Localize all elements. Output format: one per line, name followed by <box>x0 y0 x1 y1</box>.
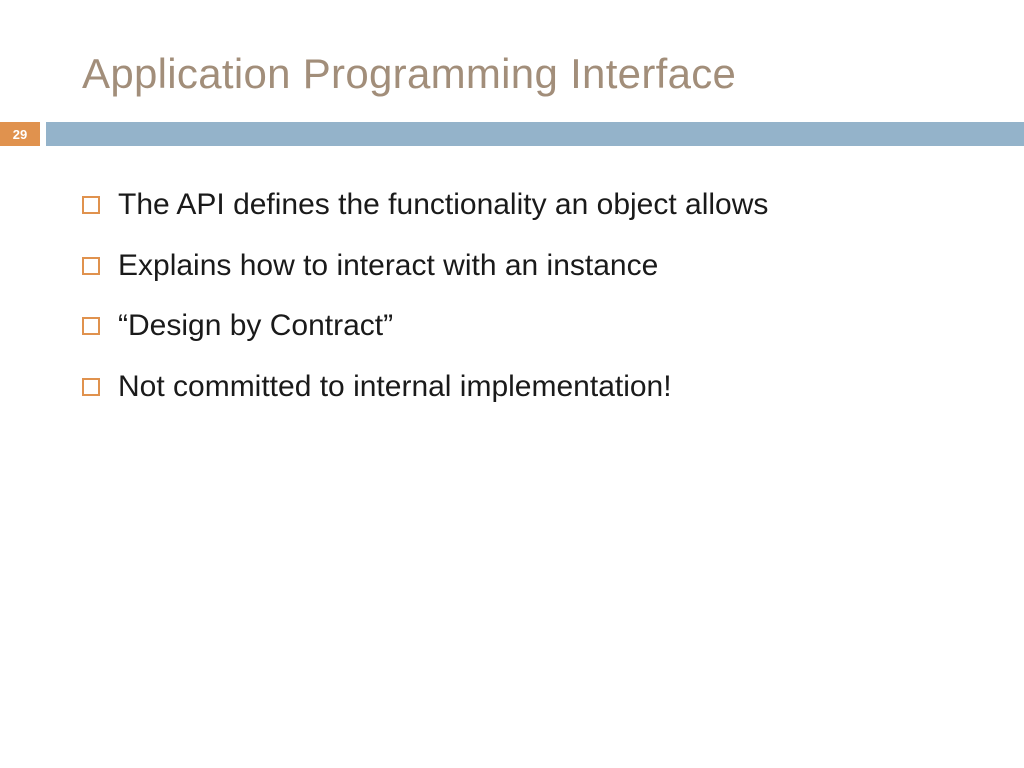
slide-title: Application Programming Interface <box>0 50 1024 98</box>
bullet-item: “Design by Contract” <box>82 303 934 350</box>
page-number-badge: 29 <box>0 122 40 146</box>
bullet-list: The API defines the functionality an obj… <box>82 182 934 410</box>
bullet-item: Explains how to interact with an instanc… <box>82 243 934 290</box>
bullet-item: Not committed to internal implementation… <box>82 364 934 411</box>
bullet-item: The API defines the functionality an obj… <box>82 182 934 229</box>
header-bar: 29 <box>0 122 1024 146</box>
slide-content: The API defines the functionality an obj… <box>0 146 1024 410</box>
slide: Application Programming Interface 29 The… <box>0 0 1024 768</box>
blue-bar <box>46 122 1024 146</box>
